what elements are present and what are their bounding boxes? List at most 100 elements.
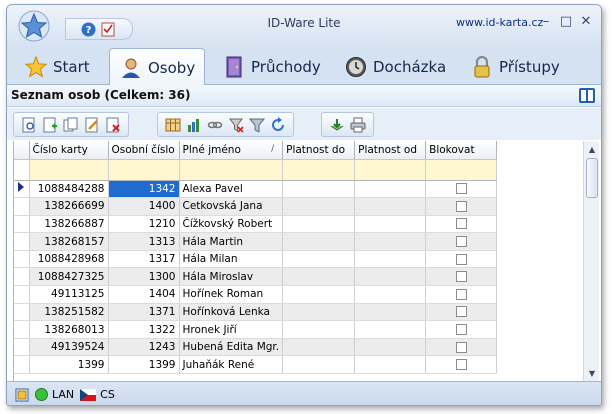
column-header-card-number[interactable]: Číslo karty: [29, 141, 109, 160]
print-icon[interactable]: [349, 116, 367, 134]
copy-record-icon[interactable]: [62, 116, 80, 134]
cell-valid-to[interactable]: [282, 285, 356, 304]
scroll-up-icon[interactable]: ▲: [584, 141, 600, 157]
cell-valid-to[interactable]: [282, 232, 356, 251]
cell-valid-to[interactable]: [282, 180, 356, 199]
cell-personal-number[interactable]: 1322: [108, 320, 180, 339]
cell-valid-from[interactable]: [354, 232, 427, 251]
cell-blocked[interactable]: [425, 215, 498, 234]
cell-blocked[interactable]: [425, 285, 498, 304]
cell-valid-from[interactable]: [354, 303, 427, 322]
blocked-checkbox[interactable]: [455, 200, 467, 212]
cell-card-number[interactable]: 49139524: [29, 338, 109, 357]
cell-blocked[interactable]: [425, 338, 498, 357]
table-row[interactable]: 138266887 1210 Čížkovský Robert: [14, 215, 498, 234]
layout-toggle-icon[interactable]: [579, 88, 595, 103]
minimize-button[interactable]: –: [537, 13, 555, 29]
filter-icon[interactable]: [248, 116, 266, 134]
blocked-checkbox[interactable]: [455, 236, 467, 248]
tab-pruchody[interactable]: Průchody: [213, 48, 331, 85]
table-row[interactable]: 1088484288 1342 Alexa Pavel: [14, 180, 498, 199]
scroll-thumb[interactable]: [586, 158, 598, 198]
cell-personal-number[interactable]: 1399: [108, 355, 180, 375]
cell-full-name[interactable]: Čížkovský Robert: [179, 215, 284, 234]
cell-valid-from[interactable]: [354, 338, 427, 357]
blocked-checkbox[interactable]: [455, 324, 467, 336]
table-row[interactable]: 138266699 1400 Cetkovská Jana: [14, 197, 498, 216]
import-icon[interactable]: [328, 116, 346, 134]
cell-valid-from[interactable]: [354, 320, 427, 339]
filter-cell-blocked[interactable]: [425, 159, 498, 181]
cell-valid-to[interactable]: [282, 320, 356, 339]
cell-valid-to[interactable]: [282, 215, 356, 234]
cell-card-number[interactable]: 138266699: [29, 197, 109, 216]
blocked-checkbox[interactable]: [455, 271, 467, 283]
cell-valid-from[interactable]: [354, 285, 427, 304]
cell-card-number[interactable]: 1088428968: [29, 250, 109, 269]
language-status[interactable]: CS: [80, 388, 115, 401]
column-header-valid-from[interactable]: Platnost od: [354, 141, 427, 160]
cell-valid-to[interactable]: [282, 303, 356, 322]
cell-full-name[interactable]: Hronek Jiří: [179, 320, 284, 339]
tab-pristupy[interactable]: Přístupy: [461, 48, 570, 85]
refresh-icon[interactable]: [269, 116, 287, 134]
tab-start[interactable]: Start: [15, 48, 100, 85]
cell-blocked[interactable]: [425, 303, 498, 322]
close-button[interactable]: ✕: [577, 13, 595, 29]
filter-cell-personal-number[interactable]: [108, 159, 180, 181]
column-header-full-name[interactable]: Plné jméno /: [179, 141, 284, 160]
cell-personal-number[interactable]: 1243: [108, 338, 180, 357]
cell-valid-from[interactable]: [354, 250, 427, 269]
filter-cell-full-name[interactable]: [179, 159, 284, 181]
filter-cell-valid-from[interactable]: [354, 159, 427, 181]
blocked-checkbox[interactable]: [455, 288, 467, 300]
cell-valid-to[interactable]: [282, 338, 356, 357]
cell-valid-to[interactable]: [282, 267, 356, 287]
delete-record-icon[interactable]: [104, 116, 122, 134]
cell-personal-number[interactable]: 1300: [108, 267, 180, 287]
cell-full-name[interactable]: Hála Milan: [179, 250, 284, 269]
sort-icon[interactable]: [185, 116, 203, 134]
cell-full-name[interactable]: Hála Miroslav: [179, 267, 284, 287]
cell-blocked[interactable]: [425, 250, 498, 269]
cell-card-number[interactable]: 1088484288: [29, 180, 109, 199]
cell-personal-number[interactable]: 1371: [108, 303, 180, 322]
table-row[interactable]: 138251582 1371 Hořínková Lenka: [14, 303, 498, 322]
blocked-checkbox[interactable]: [455, 218, 467, 230]
cell-blocked[interactable]: [425, 355, 498, 375]
cell-personal-number[interactable]: 1313: [108, 232, 180, 251]
blocked-checkbox[interactable]: [455, 183, 467, 195]
cell-full-name[interactable]: Hála Martin: [179, 232, 284, 251]
columns-icon[interactable]: [164, 116, 182, 134]
blocked-checkbox[interactable]: [455, 253, 467, 265]
cell-blocked[interactable]: [425, 232, 498, 251]
blocked-checkbox[interactable]: [455, 306, 467, 318]
column-header-personal-number[interactable]: Osobní číslo: [108, 141, 180, 160]
table-row[interactable]: 49139524 1243 Hubená Edita Mgr.: [14, 338, 498, 357]
column-header-valid-to[interactable]: Platnost do: [282, 141, 356, 160]
cell-card-number[interactable]: 138251582: [29, 303, 109, 322]
cell-blocked[interactable]: [425, 197, 498, 216]
blocked-checkbox[interactable]: [455, 341, 467, 353]
website-link[interactable]: www.id-karta.cz: [456, 16, 543, 29]
clear-filter-icon[interactable]: [227, 116, 245, 134]
scroll-down-icon[interactable]: ▼: [584, 365, 600, 381]
cell-full-name[interactable]: Alexa Pavel: [179, 180, 284, 199]
view-record-icon[interactable]: [20, 116, 38, 134]
cell-card-number[interactable]: 1399: [29, 355, 109, 375]
cell-blocked[interactable]: [425, 320, 498, 339]
cell-personal-number[interactable]: 1404: [108, 285, 180, 304]
tab-osoby[interactable]: Osoby: [109, 48, 205, 86]
table-row[interactable]: 138268013 1322 Hronek Jiří: [14, 320, 498, 339]
cell-card-number[interactable]: 138266887: [29, 215, 109, 234]
cell-valid-from[interactable]: [354, 215, 427, 234]
cell-card-number[interactable]: 49113125: [29, 285, 109, 304]
filter-cell-valid-to[interactable]: [282, 159, 356, 181]
blocked-checkbox[interactable]: [455, 359, 467, 371]
cell-full-name[interactable]: Hořínková Lenka: [179, 303, 284, 322]
cell-blocked[interactable]: [425, 267, 498, 287]
column-header-blocked[interactable]: Blokovat: [425, 141, 498, 160]
cell-card-number[interactable]: 1088427325: [29, 267, 109, 287]
cell-personal-number[interactable]: 1317: [108, 250, 180, 269]
layout-icon[interactable]: [15, 388, 29, 402]
